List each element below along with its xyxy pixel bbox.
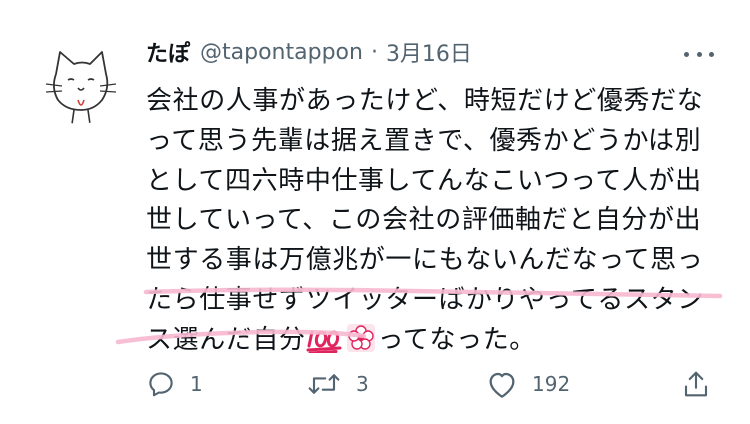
tweet-text-line: たら仕事せずツイッターばかりやってるスタン [146,284,704,315]
retweet-count: 3 [356,372,369,396]
tweet-text-line-last: ス選んだ自分 ってなった。 [146,321,726,361]
more-options-icon[interactable] [684,44,714,64]
like-count: 192 [532,372,571,396]
tweet-card[interactable]: たぽ @tapontappon · 3月16日 会社の人事があったけど、時短だけ… [0,0,750,424]
heart-icon [489,372,515,398]
reply-button[interactable]: 1 [146,364,203,404]
tweet-text-prefix: ス選んだ自分 [146,324,306,355]
separator-dot: · [370,39,378,65]
tweet-text-line: 世していって、この会社の評価軸だと自分が出 [146,205,702,236]
hundred-points-icon [306,327,344,353]
like-button[interactable]: 192 [486,364,570,404]
tweet-text-line: として四六時中仕事してんなこいつって人が出 [146,165,702,196]
white-flower-icon [346,323,376,353]
tweet-date[interactable]: 3月16日 [386,36,472,68]
user-handle[interactable]: @tapontappon [200,40,363,65]
action-bar: 1 3 192 [146,364,726,404]
tweet-text-suffix: ってなった。 [377,324,536,355]
display-name[interactable]: たぽ [146,36,190,68]
reply-count: 1 [190,372,203,396]
retweet-button[interactable]: 3 [306,364,369,404]
tweet-header: たぽ @tapontappon · 3月16日 [146,36,472,68]
tweet-text-line: って思う先輩は据え置きで、優秀かどうかは別 [146,125,702,156]
tweet-text-line: 会社の人事があったけど、時短だけど優秀だな [146,86,704,116]
cat-avatar-icon [38,40,122,124]
tweet-text-line: 世する事は万億兆が一にもないんだなって思っ [146,245,704,276]
retweet-icon [308,374,340,394]
avatar[interactable] [38,40,122,124]
share-button[interactable] [682,364,724,404]
tweet-text: 会社の人事があったけど、時短だけど優秀だな って思う先輩は据え置きで、優秀かどう… [146,82,726,361]
share-icon [684,371,708,397]
reply-icon [149,372,173,397]
